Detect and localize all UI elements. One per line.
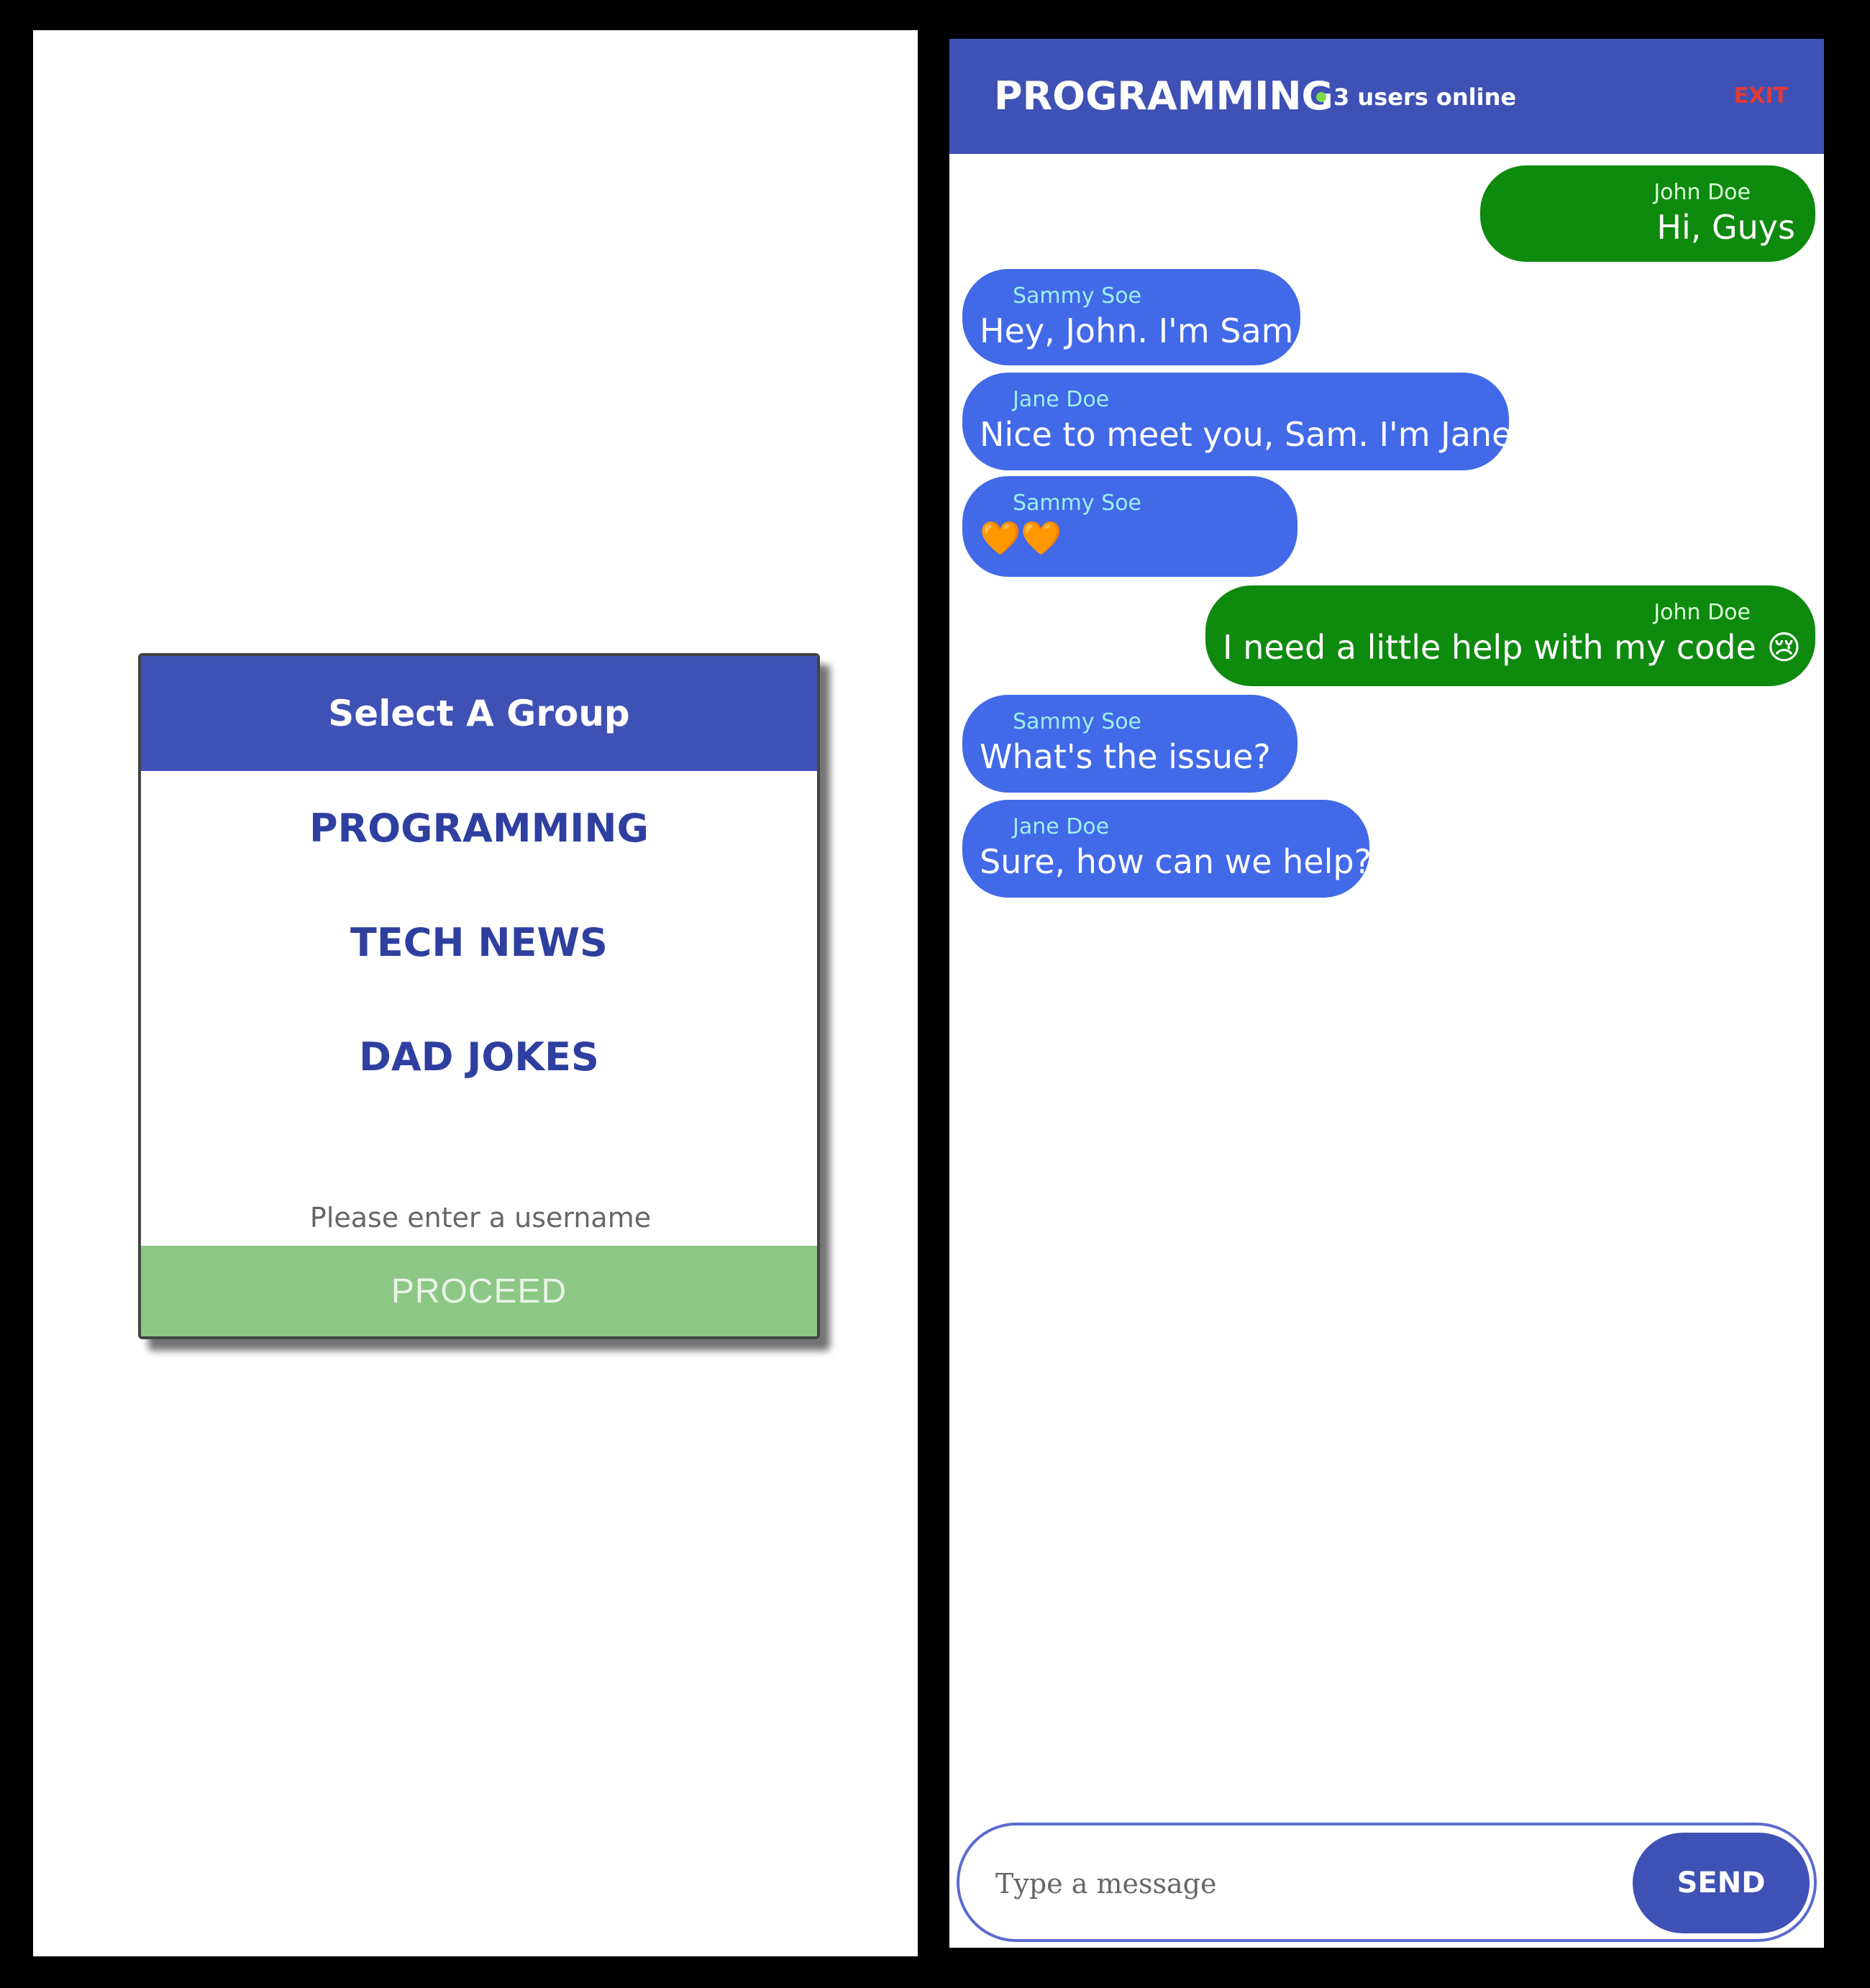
- online-status-text: 3 users online: [1333, 83, 1517, 111]
- message-bubble: Sammy Soe 🧡🧡: [962, 476, 1297, 577]
- group-option-programming[interactable]: PROGRAMMING: [141, 771, 817, 885]
- group-select-title: Select A Group: [141, 656, 817, 771]
- group-select-card: Select A Group PROGRAMMING TECH NEWS DAD…: [138, 653, 820, 1339]
- message-sender: Jane Doe: [1013, 814, 1110, 839]
- send-button[interactable]: SEND: [1633, 1833, 1810, 1933]
- message-sender: Sammy Soe: [1013, 491, 1142, 516]
- group-select-screen: Select A Group PROGRAMMING TECH NEWS DAD…: [33, 30, 918, 1956]
- chat-group-title: PROGRAMMING: [994, 73, 1333, 119]
- message-text: Hey, John. I'm Sam: [980, 311, 1294, 350]
- message-text: Nice to meet you, Sam. I'm Jane: [980, 415, 1513, 454]
- message-composer: SEND: [957, 1823, 1817, 1942]
- group-list: PROGRAMMING TECH NEWS DAD JOKES: [141, 771, 817, 1114]
- proceed-button[interactable]: PROCEED: [141, 1246, 817, 1336]
- message-bubble: Sammy Soe Hey, John. I'm Sam: [962, 269, 1300, 365]
- message-bubble: John Doe I need a little help with my co…: [1205, 585, 1815, 686]
- exit-button[interactable]: EXIT: [1734, 83, 1788, 109]
- message-sender: Sammy Soe: [1013, 283, 1142, 309]
- message-bubble: Jane Doe Nice to meet you, Sam. I'm Jane: [962, 373, 1513, 470]
- username-input[interactable]: [141, 1181, 817, 1254]
- message-bubble: John Doe Hi, Guys: [1480, 165, 1815, 262]
- online-status: 3 users online: [1316, 83, 1516, 111]
- message-text: 🧡🧡: [980, 519, 1062, 557]
- message-text: I need a little help with my code 😢: [1223, 628, 1802, 667]
- online-dot-icon: [1316, 92, 1326, 102]
- message-sender: John Doe: [1654, 180, 1751, 205]
- chat-header: PROGRAMMING 3 users online EXIT: [949, 39, 1824, 154]
- group-option-dad-jokes[interactable]: DAD JOKES: [141, 1000, 817, 1114]
- message-bubble: Sammy Soe What's the issue?: [962, 695, 1297, 793]
- message-sender: Sammy Soe: [1013, 709, 1142, 734]
- message-text: What's the issue?: [980, 737, 1271, 776]
- message-sender: John Doe: [1654, 600, 1751, 625]
- message-bubble: Jane Doe Sure, how can we help?: [962, 800, 1372, 898]
- message-sender: Jane Doe: [1013, 387, 1110, 412]
- chat-screen: PROGRAMMING 3 users online EXIT John Doe…: [949, 39, 1824, 1948]
- message-input[interactable]: [994, 1854, 1615, 1913]
- message-text: Hi, Guys: [1656, 208, 1795, 247]
- group-option-tech-news[interactable]: TECH NEWS: [141, 885, 817, 1000]
- message-text: Sure, how can we help?: [980, 842, 1372, 881]
